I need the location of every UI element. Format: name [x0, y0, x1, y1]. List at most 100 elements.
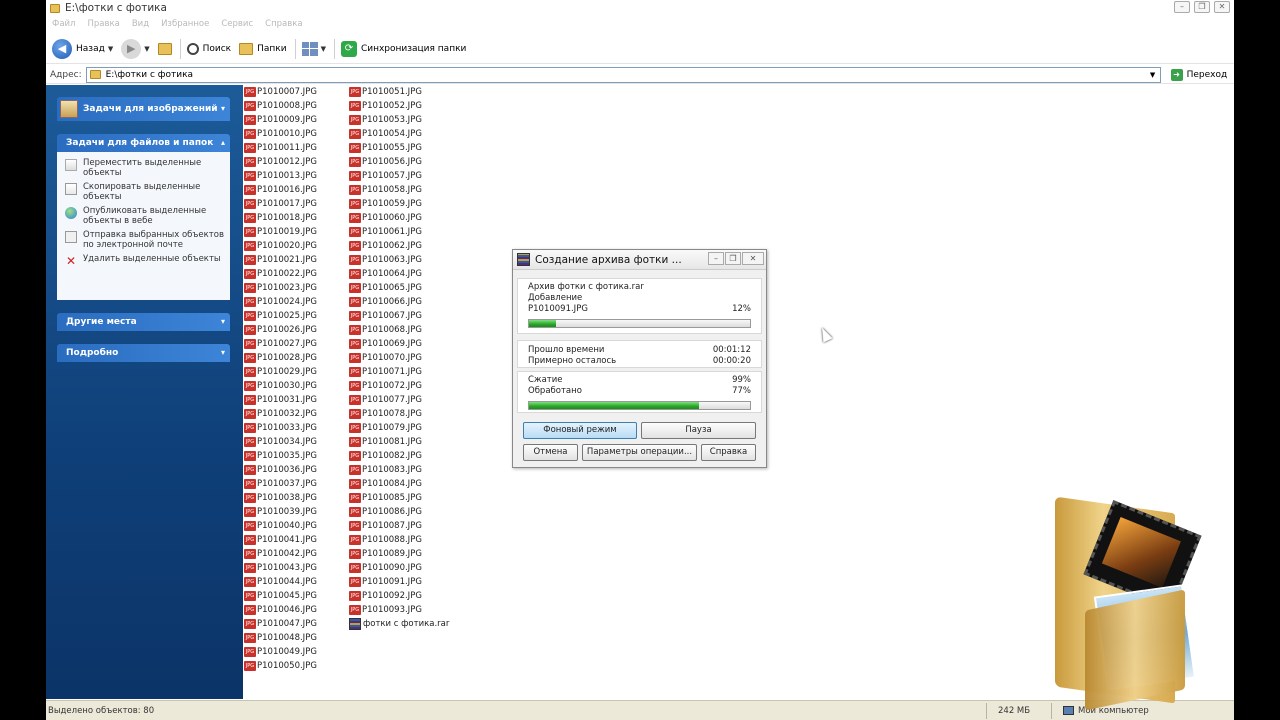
chevron-down-icon[interactable]: ▼: [321, 45, 326, 53]
file-item[interactable]: JPG P1010078.JPG: [349, 407, 449, 421]
file-item[interactable]: JPG P1010028.JPG: [244, 351, 317, 365]
file-item[interactable]: JPG P1010032.JPG: [244, 407, 317, 421]
file-item[interactable]: JPG P1010040.JPG: [244, 519, 317, 533]
chevron-down-icon[interactable]: ▾: [221, 348, 225, 357]
file-item[interactable]: JPG P1010077.JPG: [349, 393, 449, 407]
file-item[interactable]: JPG P1010067.JPG: [349, 309, 449, 323]
file-item[interactable]: JPG P1010023.JPG: [244, 281, 317, 295]
file-item[interactable]: JPG P1010017.JPG: [244, 197, 317, 211]
operation-params-button[interactable]: Параметры операции...: [582, 444, 697, 461]
file-item[interactable]: JPG P1010045.JPG: [244, 589, 317, 603]
folders-button[interactable]: Папки: [239, 37, 287, 61]
file-item[interactable]: JPG P1010022.JPG: [244, 267, 317, 281]
chevron-down-icon[interactable]: ▾: [221, 104, 225, 113]
views-button[interactable]: ▼: [301, 37, 326, 61]
file-item[interactable]: JPG P1010012.JPG: [244, 155, 317, 169]
file-item[interactable]: JPG P1010019.JPG: [244, 225, 317, 239]
address-input[interactable]: E:\фотки с фотика ▼: [85, 66, 1161, 83]
file-item[interactable]: JPG P1010009.JPG: [244, 113, 317, 127]
file-item[interactable]: JPG P1010085.JPG: [349, 491, 449, 505]
task-move[interactable]: Переместить выделенные объекты: [65, 158, 226, 178]
other-places-header[interactable]: Другие места ▾: [57, 313, 230, 331]
file-item[interactable]: JPG P1010052.JPG: [349, 99, 449, 113]
sync-folder-button[interactable]: ⟳ Синхронизация папки: [340, 37, 466, 61]
file-item[interactable]: JPG P1010066.JPG: [349, 295, 449, 309]
file-item[interactable]: JPG P1010053.JPG: [349, 113, 449, 127]
file-item[interactable]: JPG P1010063.JPG: [349, 253, 449, 267]
file-item[interactable]: JPG P1010041.JPG: [244, 533, 317, 547]
search-button[interactable]: Поиск: [186, 37, 231, 61]
file-item[interactable]: JPG P1010084.JPG: [349, 477, 449, 491]
file-item[interactable]: JPG P1010059.JPG: [349, 197, 449, 211]
file-item[interactable]: JPG P1010025.JPG: [244, 309, 317, 323]
menu-tools[interactable]: Сервис: [221, 19, 253, 29]
file-item[interactable]: JPG P1010093.JPG: [349, 603, 449, 617]
file-item[interactable]: JPG P1010051.JPG: [349, 85, 449, 99]
file-item[interactable]: JPG P1010081.JPG: [349, 435, 449, 449]
chevron-down-icon[interactable]: ▼: [144, 45, 149, 53]
file-item[interactable]: JPG P1010029.JPG: [244, 365, 317, 379]
file-item[interactable]: JPG P1010050.JPG: [244, 659, 317, 673]
file-item[interactable]: JPG P1010058.JPG: [349, 183, 449, 197]
file-item[interactable]: JPG P1010060.JPG: [349, 211, 449, 225]
image-tasks-header[interactable]: Задачи для изображений ▾: [57, 97, 230, 121]
file-item[interactable]: JPG P1010010.JPG: [244, 127, 317, 141]
menu-view[interactable]: Вид: [132, 19, 149, 29]
file-item[interactable]: JPG P1010090.JPG: [349, 561, 449, 575]
file-item[interactable]: JPG P1010057.JPG: [349, 169, 449, 183]
task-publish-web[interactable]: Опубликовать выделенные объекты в вебе: [65, 206, 226, 226]
file-item[interactable]: JPG P1010039.JPG: [244, 505, 317, 519]
forward-button[interactable]: ▶ ▼: [121, 37, 150, 61]
file-item[interactable]: JPG P1010037.JPG: [244, 477, 317, 491]
pause-button[interactable]: Пауза: [641, 422, 756, 439]
up-folder-button[interactable]: [157, 37, 172, 61]
file-item[interactable]: JPG P1010088.JPG: [349, 533, 449, 547]
menu-edit[interactable]: Правка: [87, 19, 119, 29]
file-tasks-header[interactable]: Задачи для файлов и папок ▴: [57, 134, 230, 152]
file-item[interactable]: JPG P1010062.JPG: [349, 239, 449, 253]
file-item[interactable]: JPG P1010083.JPG: [349, 463, 449, 477]
task-delete[interactable]: ✕ Удалить выделенные объекты: [65, 254, 226, 267]
file-item[interactable]: JPG P1010033.JPG: [244, 421, 317, 435]
file-item[interactable]: JPG P1010055.JPG: [349, 141, 449, 155]
file-item[interactable]: JPG P1010020.JPG: [244, 239, 317, 253]
chevron-up-icon[interactable]: ▴: [221, 138, 225, 147]
file-item[interactable]: JPG P1010008.JPG: [244, 99, 317, 113]
file-item[interactable]: JPG P1010016.JPG: [244, 183, 317, 197]
file-item[interactable]: JPG P1010068.JPG: [349, 323, 449, 337]
file-item[interactable]: JPG P1010071.JPG: [349, 365, 449, 379]
file-item[interactable]: JPG P1010049.JPG: [244, 645, 317, 659]
dialog-maximize-button[interactable]: ❐: [725, 252, 741, 265]
details-header[interactable]: Подробно ▾: [57, 344, 230, 362]
file-item[interactable]: JPG P1010011.JPG: [244, 141, 317, 155]
file-item[interactable]: JPG P1010026.JPG: [244, 323, 317, 337]
file-item[interactable]: JPG P1010042.JPG: [244, 547, 317, 561]
file-item[interactable]: JPG P1010065.JPG: [349, 281, 449, 295]
file-item[interactable]: JPG P1010038.JPG: [244, 491, 317, 505]
minimize-button[interactable]: –: [1174, 1, 1190, 13]
background-mode-button[interactable]: Фоновый режим: [523, 422, 637, 439]
help-button[interactable]: Справка: [701, 444, 756, 461]
file-item[interactable]: JPG P1010013.JPG: [244, 169, 317, 183]
file-item[interactable]: JPG P1010027.JPG: [244, 337, 317, 351]
go-button[interactable]: ➜ Переход: [1170, 68, 1227, 81]
file-item[interactable]: JPG P1010018.JPG: [244, 211, 317, 225]
file-item[interactable]: JPG P1010043.JPG: [244, 561, 317, 575]
file-item[interactable]: JPG P1010091.JPG: [349, 575, 449, 589]
chevron-down-icon[interactable]: ▼: [108, 45, 113, 53]
task-email[interactable]: Отправка выбранных объектов по электронн…: [65, 230, 226, 250]
dialog-close-button[interactable]: ✕: [742, 252, 764, 265]
menu-help[interactable]: Справка: [265, 19, 302, 29]
file-item[interactable]: JPG P1010082.JPG: [349, 449, 449, 463]
chevron-down-icon[interactable]: ▼: [1147, 69, 1159, 81]
file-item[interactable]: JPG P1010054.JPG: [349, 127, 449, 141]
menu-favorites[interactable]: Избранное: [161, 19, 209, 29]
maximize-button[interactable]: ❐: [1194, 1, 1210, 13]
file-item[interactable]: JPG P1010086.JPG: [349, 505, 449, 519]
file-item[interactable]: JPG P1010034.JPG: [244, 435, 317, 449]
dialog-minimize-button[interactable]: –: [708, 252, 724, 265]
file-item[interactable]: JPG P1010035.JPG: [244, 449, 317, 463]
back-button[interactable]: ◀ Назад ▼: [52, 37, 113, 61]
file-item[interactable]: JPG P1010056.JPG: [349, 155, 449, 169]
rar-file-item[interactable]: фотки с фотика.rar: [349, 617, 449, 631]
